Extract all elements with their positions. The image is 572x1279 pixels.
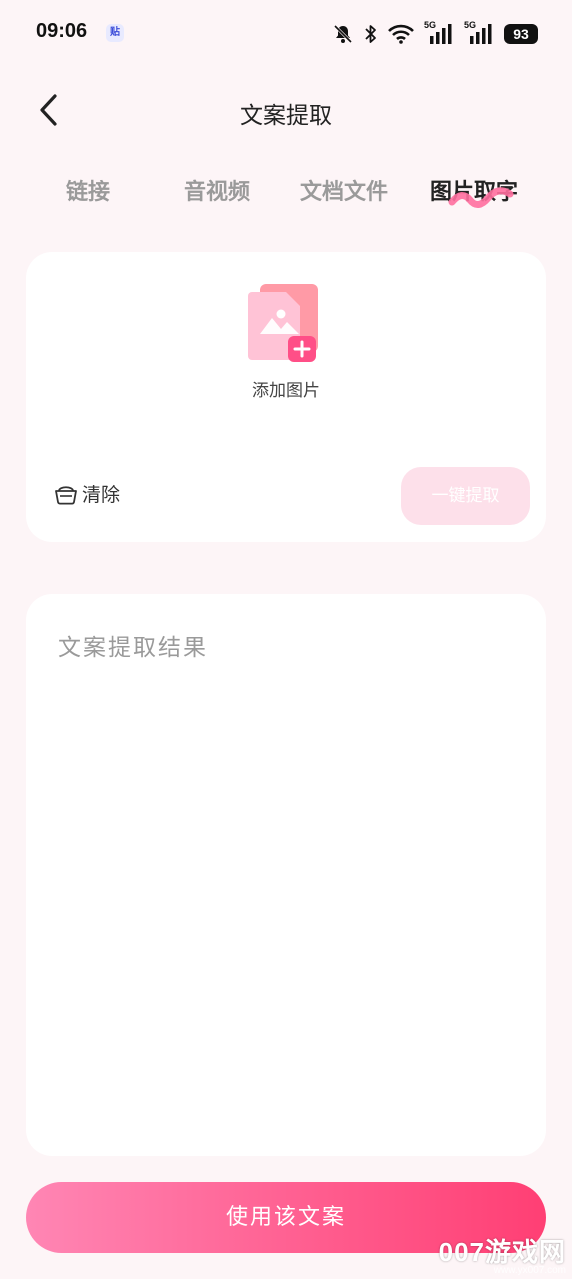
one-click-extract-button[interactable]: 一键提取 <box>401 467 530 525</box>
add-image-button[interactable] <box>248 284 320 364</box>
upload-card: 添加图片 清除 一键提取 <box>26 252 546 542</box>
status-bar: 09:06 贴 5G 5G 93 <box>0 0 572 68</box>
watermark-text: 007游戏网 <box>438 1237 566 1267</box>
active-tab-indicator <box>448 187 514 208</box>
bluetooth-icon <box>364 23 378 45</box>
status-icons: 5G 5G 93 <box>332 20 538 48</box>
add-image-label: 添加图片 <box>252 381 320 401</box>
wifi-icon <box>388 24 414 44</box>
signal-icon: 5G <box>424 20 454 46</box>
add-image-icon <box>248 284 318 362</box>
clear-button[interactable]: 清除 <box>54 480 120 507</box>
nav-header: 文案提取 <box>0 80 572 140</box>
result-card <box>26 594 546 1156</box>
page-title: 文案提取 <box>240 103 332 129</box>
app-notification-icon: 贴 <box>106 24 124 42</box>
watermark-logo: 007游戏网 www.yx007.com <box>439 1232 566 1276</box>
clear-label: 清除 <box>82 484 121 506</box>
tab-document-file[interactable]: 文档文件 <box>300 174 388 206</box>
status-time: 09:06 <box>36 20 88 42</box>
mute-bell-icon <box>332 23 354 45</box>
signal-icon: 5G <box>464 20 494 46</box>
basket-icon <box>55 485 77 504</box>
battery-icon: 93 <box>504 24 538 44</box>
tab-link[interactable]: 链接 <box>66 174 110 206</box>
tab-audio-video[interactable]: 音视频 <box>184 174 250 206</box>
result-textarea[interactable] <box>58 628 514 1128</box>
